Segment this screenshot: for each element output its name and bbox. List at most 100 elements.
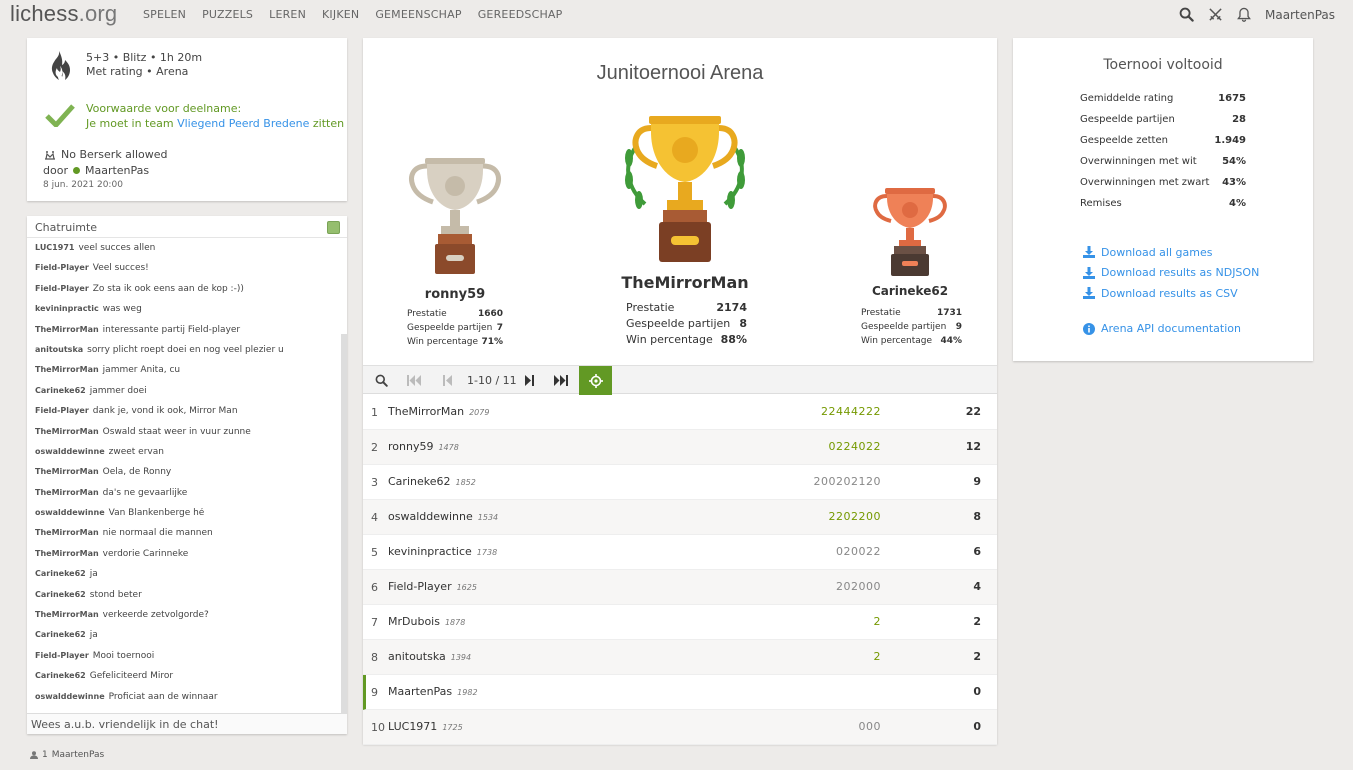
standings-row[interactable]: 10 LUC1971 1725 000 0 — [363, 710, 997, 745]
search-player-button[interactable] — [371, 366, 391, 395]
chat-line: LUC1971 veel succes allen — [27, 243, 341, 263]
standings-row[interactable]: 4 oswalddewinne 1534 2202200 8 — [363, 500, 997, 535]
chat-username[interactable]: Field-Player — [35, 263, 89, 272]
creator-user-link[interactable]: MaartenPas — [85, 164, 149, 177]
nav-kijken[interactable]: KIJKEN — [322, 8, 359, 21]
chat-username[interactable]: TheMirrorMan — [35, 528, 99, 537]
chat-username[interactable]: anitoutska — [35, 345, 83, 354]
third-place-name[interactable]: Carineke62 — [857, 284, 963, 298]
watcher-user[interactable]: MaartenPas — [52, 750, 105, 760]
chat-username[interactable]: Field-Player — [35, 651, 89, 660]
nav-puzzels[interactable]: PUZZELS — [202, 8, 253, 21]
site-logo[interactable]: lichess.org — [10, 1, 117, 27]
search-icon[interactable] — [1179, 7, 1194, 22]
chat-username[interactable]: TheMirrorMan — [35, 549, 99, 558]
chat-text: was weg — [102, 304, 142, 315]
player-name[interactable]: LUC1971 1725 — [388, 720, 463, 733]
prev-page-button[interactable] — [438, 366, 456, 395]
condition-pre: Je moet in team — [86, 117, 178, 130]
chat-username[interactable]: oswalddewinne — [35, 508, 105, 517]
player-name[interactable]: TheMirrorMan 2079 — [388, 405, 489, 418]
second-place-name[interactable]: ronny59 — [405, 287, 505, 302]
chat-username[interactable]: Field-Player — [35, 406, 89, 415]
download-link[interactable]: Download all games — [1083, 242, 1259, 263]
chat-username[interactable]: TheMirrorMan — [35, 365, 99, 374]
first-place-name[interactable]: TheMirrorMan — [615, 273, 755, 292]
standings-row[interactable]: 1 TheMirrorMan 2079 22444222 22 — [363, 395, 997, 430]
chat-input[interactable]: Wees a.u.b. vriendelijk in de chat! — [27, 713, 347, 734]
chat-username[interactable]: TheMirrorMan — [35, 325, 99, 334]
download-link[interactable]: Download results as NDJSON — [1083, 263, 1259, 284]
standings-row[interactable]: 8 anitoutska 1394 2 2 — [363, 640, 997, 675]
perf-label: Prestatie — [861, 308, 901, 318]
jump-to-me-button[interactable] — [579, 366, 612, 395]
chat-username[interactable]: Carineke62 — [35, 630, 86, 639]
chat-toggle-checkbox[interactable] — [327, 221, 340, 234]
second-place-stats: Prestatie 1660 Gespeelde partijen 7 Win pe… — [407, 307, 503, 349]
chat-username[interactable]: TheMirrorMan — [35, 427, 99, 436]
chat-username[interactable]: LUC1971 — [35, 243, 74, 252]
player-name[interactable]: Carineke62 1852 — [388, 475, 476, 488]
online-dot-icon — [72, 167, 80, 174]
stat-value: 1675 — [1218, 93, 1246, 104]
next-page-button[interactable] — [520, 366, 538, 395]
chat-username[interactable]: Carineke62 — [35, 671, 86, 680]
tournament-main: Junitoernooi Arena ronny59 Prestatie 1660… — [363, 38, 997, 745]
player-name[interactable]: kevininpractice 1738 — [388, 545, 497, 558]
chat-text: Proficiat aan de winnaar — [108, 691, 218, 702]
player-name[interactable]: MrDubois 1878 — [388, 615, 465, 628]
nav-gemeenschap[interactable]: GEMEENSCHAP — [375, 8, 461, 21]
games-value: 7 — [496, 323, 503, 333]
last-page-button[interactable] — [550, 366, 572, 395]
standings-row[interactable]: 6 Field-Player 1625 202000 4 — [363, 570, 997, 605]
chat-line: TheMirrorMan verkeerde zetvolgorde? — [27, 610, 341, 630]
chat-username[interactable]: Carineke62 — [35, 590, 86, 599]
nav-gereedschap[interactable]: GEREEDSCHAP — [478, 8, 563, 21]
chat-username[interactable]: Carineke62 — [35, 386, 86, 395]
player-name[interactable]: anitoutska 1394 — [388, 650, 471, 663]
chat-username[interactable]: TheMirrorMan — [35, 467, 99, 476]
player-rank: 10 — [371, 721, 385, 734]
chat-scrollbar[interactable] — [341, 334, 347, 714]
player-rank: 5 — [371, 546, 378, 559]
player-name[interactable]: oswalddewinne 1534 — [388, 510, 498, 523]
chat-header: Chatruimte — [27, 216, 347, 238]
chat-username[interactable]: Carineke62 — [35, 569, 86, 578]
standings-row[interactable]: 2 ronny59 1478 0224022 12 — [363, 430, 997, 465]
standings-row[interactable]: 5 kevininpractice 1738 020022 6 — [363, 535, 997, 570]
chat-text: Van Blankenberge hé — [108, 508, 205, 519]
chat-username[interactable]: Field-Player — [35, 284, 89, 293]
third-place-stats: Prestatie 1731 Gespeelde partijen 9 Win pe… — [861, 306, 962, 348]
stat-label: Gespeelde partijen — [1080, 114, 1175, 125]
first-page-button[interactable] — [403, 366, 425, 395]
download-link[interactable]: Download results as CSV — [1083, 283, 1259, 304]
target-icon — [588, 373, 603, 388]
download-text: Download all games — [1101, 245, 1213, 259]
nav-spelen[interactable]: SPELEN — [143, 8, 186, 21]
chat-username[interactable]: kevininpractic — [35, 304, 99, 313]
standings-row[interactable]: 3 Carineke62 1852 200202120 9 — [363, 465, 997, 500]
api-docs-link[interactable]: Arena API documentation — [1083, 322, 1241, 335]
gold-trophy-icon — [625, 116, 745, 262]
team-link[interactable]: Vliegend Peerd Bredene — [177, 117, 309, 130]
player-rank: 3 — [371, 476, 378, 489]
player-rank: 7 — [371, 616, 378, 629]
swords-icon[interactable] — [1208, 7, 1223, 22]
player-name[interactable]: Field-Player 1625 — [388, 580, 477, 593]
user-menu[interactable]: MaartenPas — [1265, 8, 1335, 22]
bell-icon[interactable] — [1237, 7, 1251, 22]
standings-row[interactable]: 9 MaartenPas 1982 0 — [363, 675, 997, 710]
chat-username[interactable]: oswalddewinne — [35, 447, 105, 456]
nav-leren[interactable]: LEREN — [269, 8, 306, 21]
chat-username[interactable]: TheMirrorMan — [35, 488, 99, 497]
player-name[interactable]: ronny59 1478 — [388, 440, 459, 453]
player-name-text: oswalddewinne — [388, 510, 473, 523]
chat-line: TheMirrorMan interessante partij Field-pl… — [27, 325, 341, 345]
standings-row[interactable]: 7 MrDubois 1878 2 2 — [363, 605, 997, 640]
player-rank: 6 — [371, 581, 378, 594]
download-icon — [1083, 246, 1095, 259]
chat-username[interactable]: TheMirrorMan — [35, 610, 99, 619]
chat-text: Oswald staat weer in vuur zunne — [102, 426, 251, 437]
player-name[interactable]: MaartenPas 1982 — [388, 685, 478, 698]
chat-username[interactable]: oswalddewinne — [35, 692, 105, 701]
